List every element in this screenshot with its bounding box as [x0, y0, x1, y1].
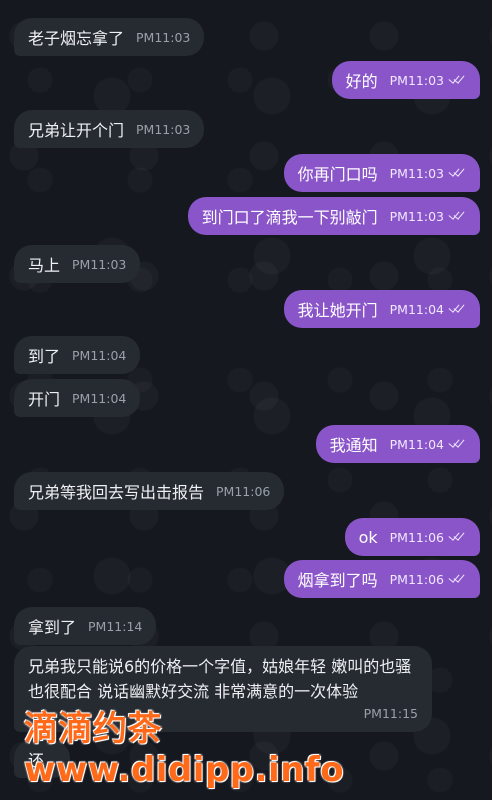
message-bubble[interactable]: 烟拿到了吗 PM11:06: [283, 560, 480, 598]
message-text: ok: [358, 527, 378, 547]
message-bubble[interactable]: 开门 PM11:04: [14, 379, 141, 417]
message-text: 开门: [28, 390, 61, 409]
message-time: PM11:06: [216, 483, 271, 499]
message-text: 拿到了: [28, 618, 77, 637]
read-checkmarks-icon: [448, 74, 466, 86]
message-time: PM11:04: [72, 347, 127, 363]
message-time: PM11:03: [389, 165, 444, 181]
message-bubble[interactable]: 拿到了 PM11:14: [14, 607, 157, 645]
message-text: 兄弟等我回去写出击报告: [28, 483, 205, 502]
message-time: PM11:03: [389, 72, 444, 88]
message-bubble[interactable]: 马上 PM11:03: [14, 245, 141, 283]
message-text: 老子烟忘拿了: [28, 29, 125, 48]
message-time: PM11:06: [389, 571, 444, 587]
message-list[interactable]: 老子烟忘拿了 PM11:03 好的 PM11:03 兄弟让开个门 PM11:03…: [0, 0, 492, 800]
message-bubble[interactable]: 兄弟等我回去写出击报告 PM11:06: [14, 472, 285, 510]
message-text: 马上: [28, 256, 61, 275]
message-text: 到门口了滴我一下别敲门: [201, 208, 378, 227]
read-checkmarks-icon: [448, 167, 466, 179]
message-time: PM11:03: [72, 256, 127, 272]
message-time: PM11:04: [389, 436, 444, 452]
message-bubble[interactable]: 老子烟忘拿了 PM11:03: [14, 18, 205, 56]
message-text: 到了: [28, 347, 61, 366]
message-time: PM11:14: [88, 618, 143, 634]
read-checkmarks-icon: [448, 210, 466, 222]
message-bubble[interactable]: 到了 PM11:04: [14, 336, 141, 374]
message-time: PM11:06: [389, 529, 444, 545]
read-checkmarks-icon: [448, 573, 466, 585]
message-text: 我通知: [329, 436, 378, 455]
message-bubble[interactable]: 好的 PM11:03: [331, 61, 480, 99]
message-text: 兄弟我只能说6的价格一个字值，姑娘年轻 嫩叫的也骚 也很配合 说话幽默好交流 非…: [28, 657, 412, 701]
message-bubble[interactable]: 我通知 PM11:04: [315, 425, 480, 463]
message-time: PM11:03: [136, 29, 191, 45]
message-text: 好的: [345, 72, 378, 91]
message-time: PM11:03: [136, 121, 191, 137]
message-text: 你再门口吗: [297, 165, 378, 184]
message-time: PM11:03: [389, 208, 444, 224]
read-checkmarks-icon: [448, 531, 466, 543]
read-checkmarks-icon: [448, 438, 466, 450]
message-bubble[interactable]: 你再门口吗 PM11:03: [283, 154, 480, 192]
message-bubble[interactable]: 我让她开门 PM11:04: [283, 290, 480, 328]
message-time: PM11:04: [389, 301, 444, 317]
read-checkmarks-icon: [448, 303, 466, 315]
watermark-text: 滴滴约茶 www.didipp.info: [24, 709, 345, 790]
message-time: PM11:04: [72, 390, 127, 406]
message-bubble[interactable]: 兄弟让开个门 PM11:03: [14, 110, 205, 148]
message-bubble[interactable]: ok PM11:06: [344, 518, 480, 556]
message-text: 兄弟让开个门: [28, 121, 125, 140]
message-bubble[interactable]: 到门口了滴我一下别敲门 PM11:03: [187, 197, 480, 235]
message-text: 我让她开门: [297, 301, 378, 320]
message-text: 烟拿到了吗: [297, 571, 378, 590]
